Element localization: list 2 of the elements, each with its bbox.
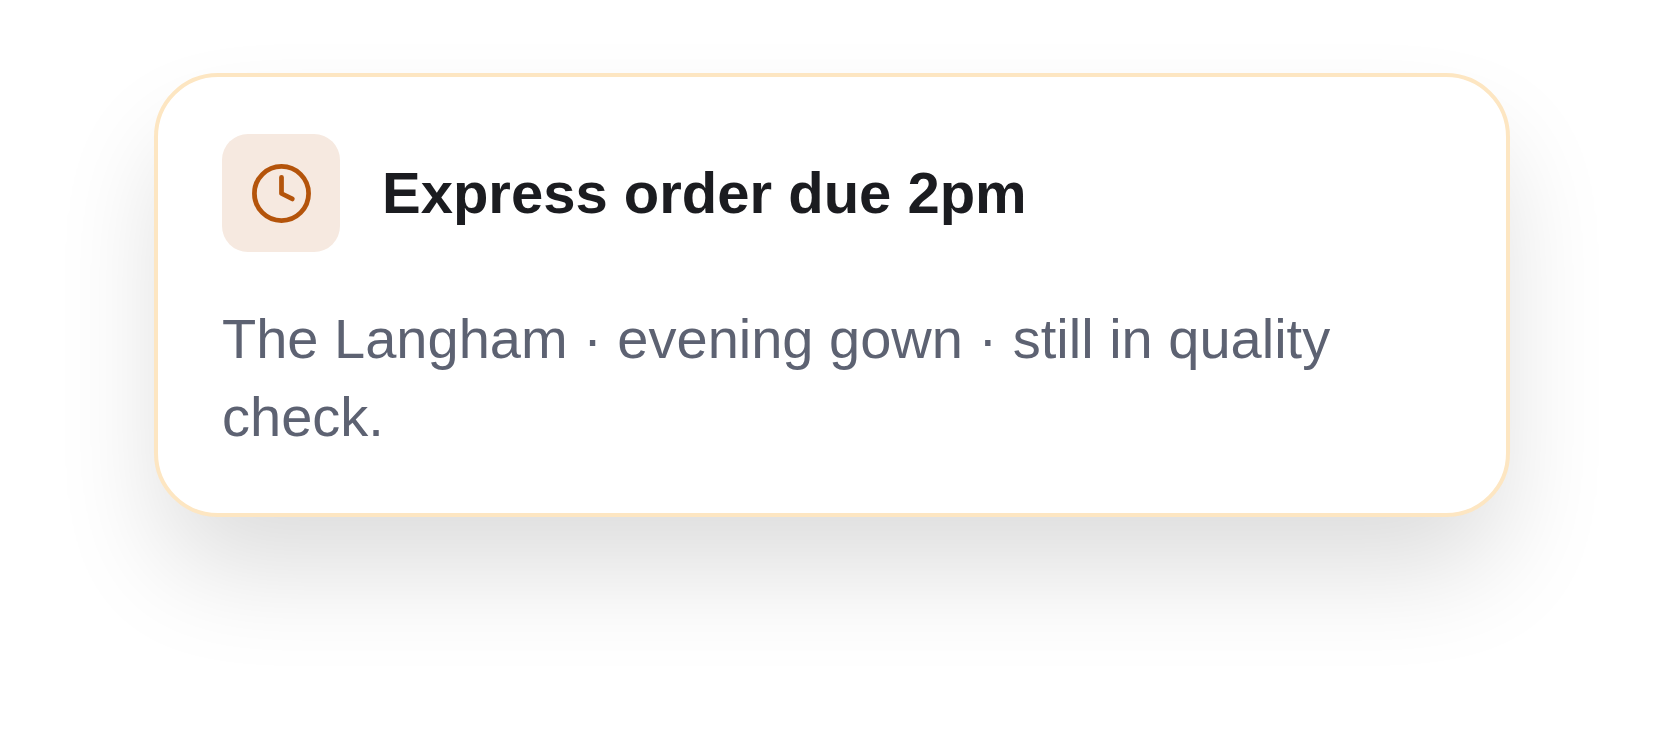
clock-icon xyxy=(222,134,340,252)
notification-message: The Langham · evening gown · still in quality check. xyxy=(222,306,1332,450)
